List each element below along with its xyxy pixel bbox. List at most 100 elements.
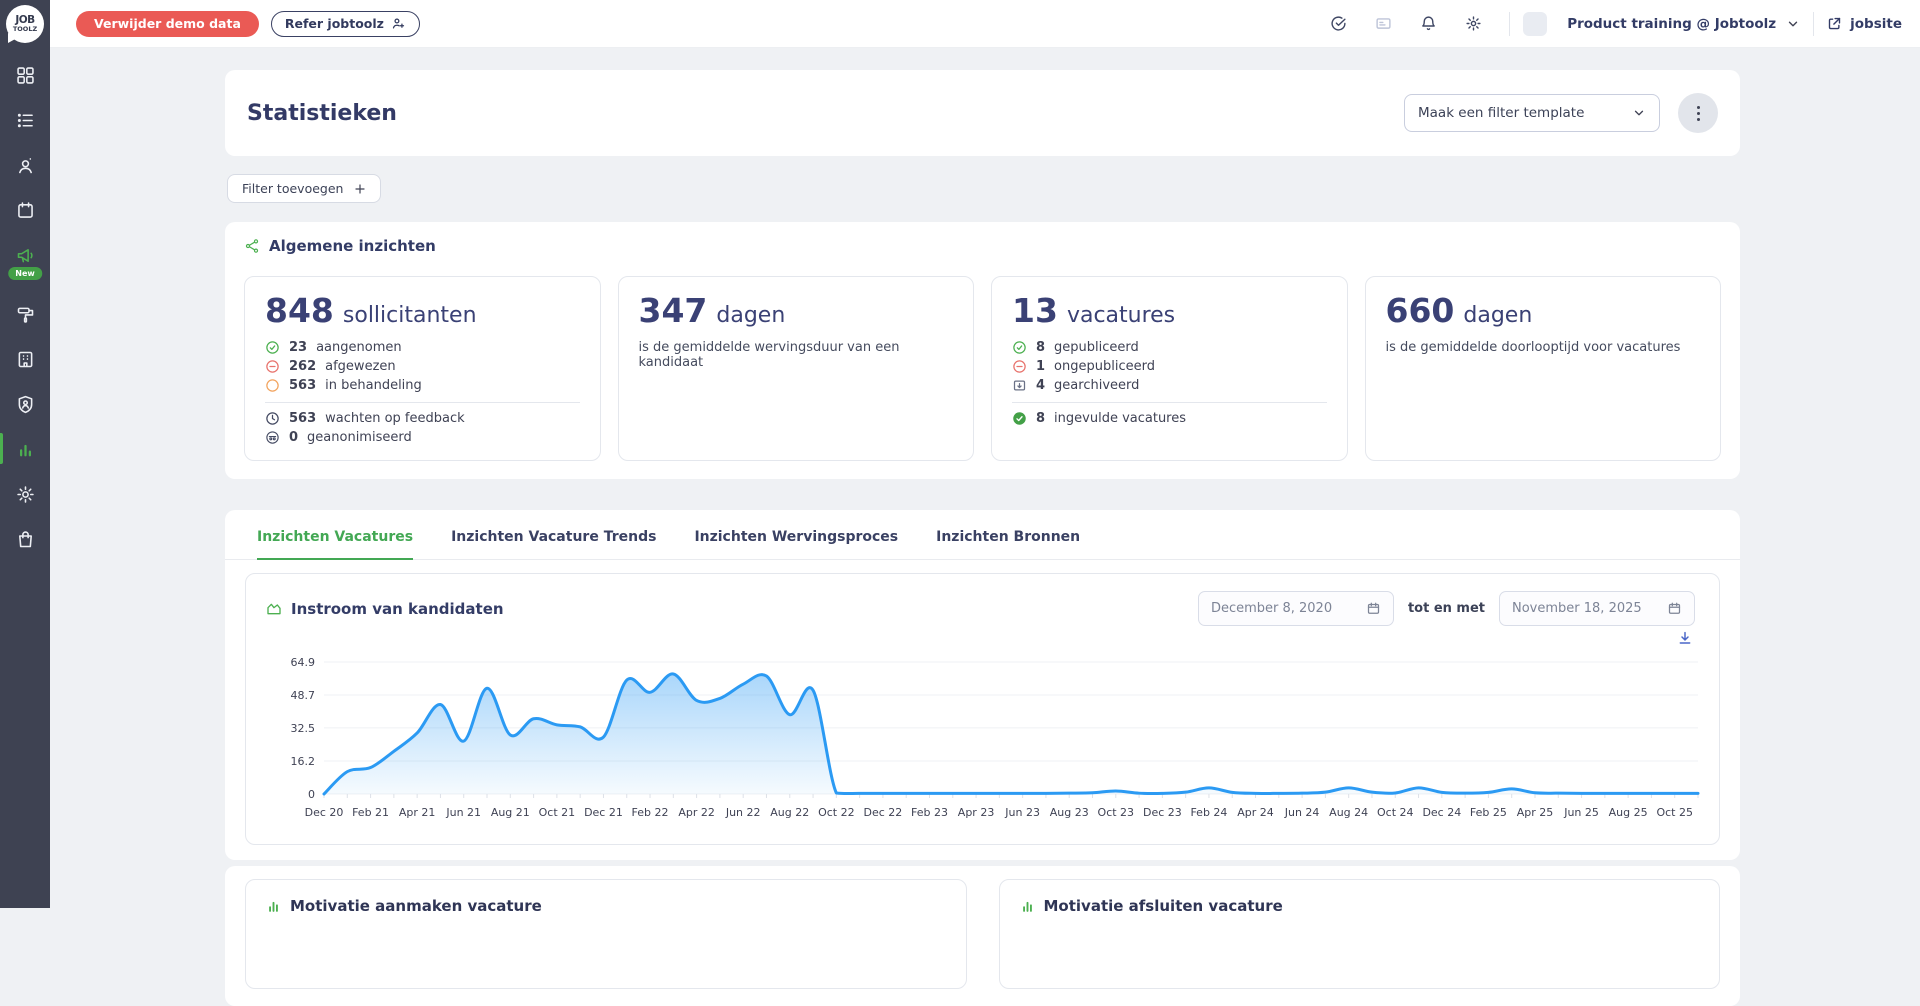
tab-inzichten-bronnen[interactable]: Inzichten Bronnen [936,529,1080,559]
svg-text:Oct 25: Oct 25 [1656,806,1693,819]
bar-chart-icon [1022,901,1032,912]
svg-text:Dec 23: Dec 23 [1143,806,1182,819]
divider [1012,402,1327,403]
sidebar-item-dashboard[interactable] [0,63,50,87]
sidebar-nav: New [0,63,50,572]
sidebar-item-calendar[interactable] [0,198,50,222]
svg-text:Dec 22: Dec 22 [864,806,903,819]
svg-text:Jun 23: Jun 23 [1004,806,1040,819]
tab-inzichten-vacatures[interactable]: Inzichten Vacatures [257,529,414,560]
sidebar-item-candidates[interactable] [0,153,50,177]
sidebar-item-marketplace[interactable] [0,527,50,551]
svg-text:Apr 21: Apr 21 [399,806,436,819]
download-chart-button[interactable] [1677,630,1693,646]
chart-tools [246,626,1719,646]
svg-text:32.5: 32.5 [291,722,316,735]
sidebar-item-company[interactable] [0,347,50,371]
date-from-input[interactable]: December 8, 2020 [1197,591,1394,626]
area-chart-icon [267,603,281,614]
svg-text:Oct 24: Oct 24 [1377,806,1414,819]
sidebar-item-vacancies[interactable] [0,108,50,132]
tasks-button[interactable] [1316,0,1361,48]
stat-headline: 660 dagen [1386,293,1701,329]
svg-text:Aug 21: Aug 21 [491,806,530,819]
jobtoolz-logo[interactable]: JOB TOOLZ [6,5,44,43]
date-range: December 8, 2020 tot en met November 18,… [1197,591,1695,626]
stat-subtitle: is de gemiddelde wervingsduur van een ka… [638,340,900,370]
shield-user-icon [18,395,32,413]
svg-text:Feb 22: Feb 22 [632,806,669,819]
stat-card-applicants: 848 sollicitanten 23 aangenomen 262 afgewez… [244,276,601,461]
stat-value: 13 [1012,291,1058,330]
notifications-button[interactable] [1406,0,1451,48]
date-to-input[interactable]: November 18, 2025 [1499,591,1695,626]
stat-cards-row: 848 sollicitanten 23 aangenomen 262 afgewez… [244,276,1721,461]
stat-row: 1 ongepubliceerd [1012,359,1327,374]
jobsite-link[interactable]: jobsite [1827,16,1902,32]
general-insights-panel: Algemene inzichten 848 sollicitanten 23 a… [225,222,1740,479]
more-options-button[interactable] [1678,93,1718,133]
insights-title-row: Algemene inzichten [244,237,1721,255]
stat-value: 660 [1385,291,1455,330]
calendar-icon [1668,602,1681,614]
sidebar-item-campaigns[interactable]: New [0,243,50,280]
account-menu[interactable]: Product training @ Jobtoolz [1523,11,1800,36]
filter-template-select[interactable]: Maak een filter template [1404,94,1660,132]
chart-title-row: Instroom van kandidaten [266,600,504,618]
logo-text-2: TOOLZ [12,25,38,33]
stat-row: 262 afgewezen [265,359,580,374]
card-title: Motivatie aanmaken vacature [290,897,542,915]
card-title: Motivatie afsluiten vacature [1043,897,1283,915]
delete-demo-data-button[interactable]: Verwijder demo data [76,10,259,37]
archive-icon [1012,378,1027,393]
stat-row: 0 geanonimiseerd [265,430,580,445]
stat-list: 8 gepubliceerd 1 ongepubliceerd 4 gearchiveer… [1012,340,1327,393]
svg-text:Jun 21: Jun 21 [445,806,481,819]
cards-button[interactable] [1361,0,1406,48]
tab-inzichten-wervingsproces[interactable]: Inzichten Wervingsproces [694,529,898,559]
chevron-down-icon [1788,21,1798,26]
insights-tabs: Inzichten Vacatures Inzichten Vacature Tr… [225,510,1740,560]
refer-jobtoolz-button[interactable]: Refer jobtoolz [270,10,420,37]
anonymous-icon [265,430,280,445]
check-circle-icon [1331,16,1346,31]
stat-row: 8 gepubliceerd [1012,340,1327,355]
svg-text:Apr 23: Apr 23 [958,806,995,819]
svg-text:Aug 24: Aug 24 [1329,806,1368,819]
external-link-icon [1828,17,1841,30]
sidebar-item-privacy[interactable] [0,392,50,416]
sidebar: JOB TOOLZ New [0,0,50,908]
shopping-bag-icon [18,530,32,547]
divider [1509,11,1511,36]
svg-text:Aug 22: Aug 22 [770,806,809,819]
page-title: Statistieken [247,100,397,126]
sidebar-item-employer-branding[interactable] [0,302,50,326]
settings-button[interactable] [1451,0,1496,48]
sidebar-item-statistics[interactable] [0,433,50,464]
svg-text:Apr 24: Apr 24 [1237,806,1274,819]
bar-chart-icon [19,444,31,456]
gear-icon [1466,16,1481,31]
svg-text:Oct 23: Oct 23 [1098,806,1135,819]
stat-row: 4 gearchiveerd [1012,378,1327,393]
svg-text:Feb 24: Feb 24 [1190,806,1227,819]
stat-list: 23 aangenomen 262 afgewezen 563 in behandelin… [265,340,580,393]
building-icon [18,351,32,367]
insights-title: Algemene inzichten [269,237,436,255]
bar-chart-icon [269,901,278,912]
megaphone-icon [17,248,33,262]
stat-value: 347 [638,291,708,330]
stat-unit: dagen [1463,303,1533,328]
sidebar-item-settings[interactable] [0,482,50,506]
svg-text:Jun 24: Jun 24 [1284,806,1320,819]
stat-card-hiring-duration: 347 dagen is de gemiddelde wervingsduur … [617,276,974,461]
tab-inzichten-vacature-trends[interactable]: Inzichten Vacature Trends [451,529,656,559]
check-solid-icon [1012,411,1027,426]
add-filter-button[interactable]: Filter toevoegen [227,174,382,203]
list-icon [17,113,33,127]
divider [265,402,580,403]
svg-text:Oct 22: Oct 22 [818,806,855,819]
svg-text:16.2: 16.2 [291,755,316,768]
stat-subtitle: is de gemiddelde doorlooptijd voor vacat… [1385,340,1681,355]
refer-label: Refer jobtoolz [284,16,384,31]
